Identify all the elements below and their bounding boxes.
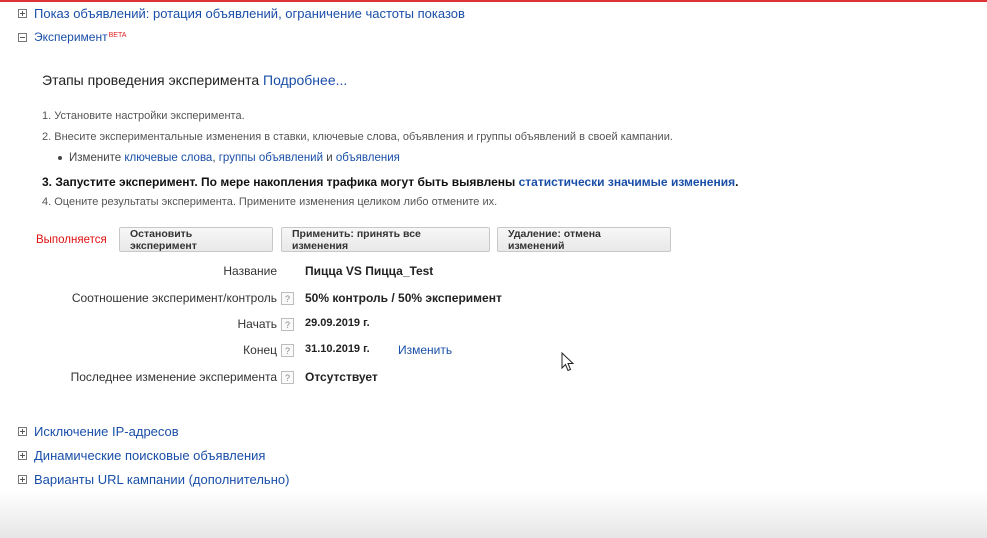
section-ip-exclusion-title[interactable]: Исключение IP-адресов: [34, 424, 179, 439]
start-label: Начать: [237, 317, 278, 331]
expand-icon[interactable]: [18, 427, 27, 436]
steps-heading-text: Этапы проведения эксперимента: [42, 72, 260, 88]
section-ip-exclusion[interactable]: Исключение IP-адресов: [18, 424, 179, 439]
step-2: 2. Внесите экспериментальные изменения в…: [42, 131, 673, 143]
split-help-icon[interactable]: ?: [281, 292, 294, 305]
end-help-icon[interactable]: ?: [281, 344, 294, 357]
bullet-and: и: [326, 152, 333, 164]
section-experiment-title[interactable]: Эксперимент: [34, 30, 108, 44]
beta-badge: BETA: [108, 31, 127, 39]
collapse-icon[interactable]: [18, 32, 27, 42]
apply-changes-button[interactable]: Применить: принять все изменения: [281, 227, 490, 252]
mouse-cursor-icon: [561, 352, 575, 372]
stop-experiment-button[interactable]: Остановить эксперимент: [119, 227, 273, 252]
last-change-value: Отсутствует: [305, 370, 378, 384]
end-value: 31.10.2019 г.: [305, 343, 370, 355]
step-4: 4. Оцените результаты эксперимента. Прим…: [42, 196, 498, 208]
delete-changes-button[interactable]: Удаление: отмена изменений: [497, 227, 671, 252]
experiment-status: Выполняется: [36, 234, 107, 246]
bullet-comma: ,: [212, 152, 216, 164]
step-3: 3. Запустите эксперимент. По мере накопл…: [42, 175, 738, 189]
name-label: Название: [223, 264, 277, 278]
ads-link[interactable]: объявления: [336, 152, 400, 164]
section-ad-delivery-title[interactable]: Показ объявлений: ротация объявлений, ог…: [34, 6, 465, 21]
start-value: 29.09.2019 г.: [305, 317, 370, 329]
section-url-options[interactable]: Варианты URL кампании (дополнительно): [18, 472, 289, 487]
top-accent-line: [0, 0, 987, 2]
experiment-steps-heading: Этапы проведения эксперимента Подробнее.…: [42, 72, 347, 88]
expand-icon[interactable]: [18, 9, 27, 18]
bullet-dot: [58, 155, 62, 160]
learn-more-link[interactable]: Подробнее...: [263, 72, 347, 88]
significant-changes-link[interactable]: статистически значимые изменения: [519, 175, 736, 189]
step-3-text: 3. Запустите эксперимент. По мере накопл…: [42, 175, 516, 189]
name-value: Пицца VS Пицца_Test: [305, 264, 434, 278]
expand-icon[interactable]: [18, 451, 27, 460]
end-label: Конец: [243, 343, 277, 357]
last-change-label: Последнее изменение эксперимента: [70, 370, 277, 384]
page-footer: [0, 490, 987, 538]
step-3-end: .: [735, 175, 739, 189]
section-dynamic-search-ads[interactable]: Динамические поисковые объявления: [18, 448, 265, 463]
last-change-help-icon[interactable]: ?: [281, 371, 294, 384]
keywords-link[interactable]: ключевые слова: [124, 152, 212, 164]
section-experiment[interactable]: Эксперимент BETA: [18, 30, 126, 44]
section-url-options-title[interactable]: Варианты URL кампании (дополнительно): [34, 472, 289, 487]
step-1: 1. Установите настройки эксперимента.: [42, 110, 245, 122]
bullet-prefix: Измените: [69, 152, 122, 164]
section-dynamic-search-ads-title[interactable]: Динамические поисковые объявления: [34, 448, 265, 463]
step-2-bullet: Измените ключевые слова, группы объявлен…: [58, 152, 400, 164]
adgroups-link[interactable]: группы объявлений: [219, 152, 323, 164]
change-end-date-link[interactable]: Изменить: [398, 343, 452, 357]
split-label: Соотношение эксперимент/контроль: [71, 291, 277, 305]
section-ad-delivery[interactable]: Показ объявлений: ротация объявлений, ог…: [18, 6, 465, 21]
expand-icon[interactable]: [18, 475, 27, 484]
split-value: 50% контроль / 50% эксперимент: [305, 291, 502, 305]
start-help-icon[interactable]: ?: [281, 318, 294, 331]
